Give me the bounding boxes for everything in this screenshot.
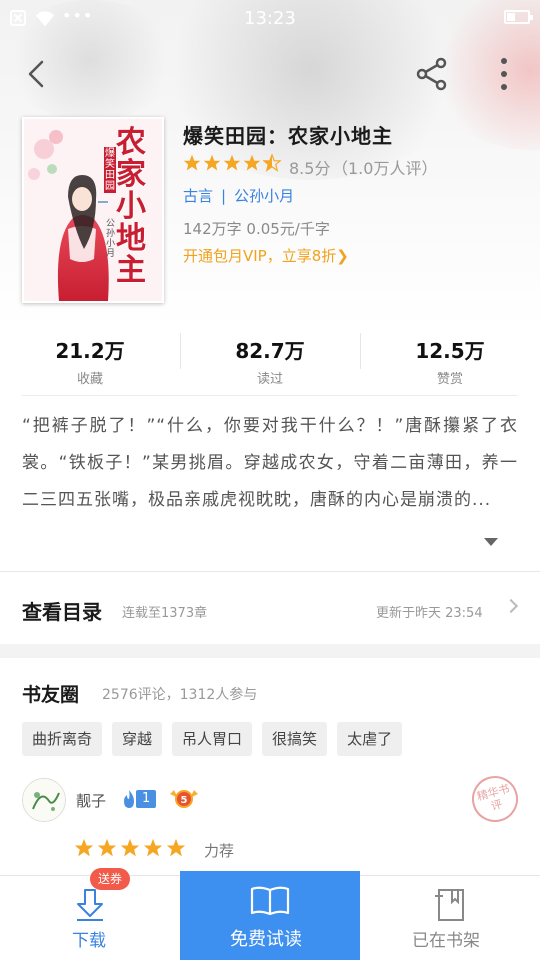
half-star-icon bbox=[263, 154, 281, 172]
vip-level-number: 5 bbox=[181, 795, 188, 806]
rating-count: （1.0万人评） bbox=[332, 159, 438, 178]
toc-title: 查看目录 bbox=[22, 600, 102, 624]
chevron-right-icon: ❯ bbox=[336, 247, 349, 265]
star-icon bbox=[74, 838, 94, 857]
comment-rating-stars bbox=[74, 838, 186, 858]
topic-tag[interactable]: 吊人胃口 bbox=[172, 722, 253, 756]
bookshelf-button[interactable]: 已在书架 bbox=[360, 876, 540, 960]
category-link[interactable]: 古言 bbox=[183, 185, 213, 206]
avatar[interactable] bbox=[22, 778, 66, 822]
cover-title-large: 农家小地主 bbox=[116, 125, 146, 288]
tag-separator: | bbox=[221, 186, 227, 205]
star-icon bbox=[183, 154, 201, 171]
rating-stars bbox=[183, 154, 281, 172]
star-icon bbox=[223, 154, 241, 171]
cover-author: 公孙小月 bbox=[106, 219, 116, 259]
book-synopsis[interactable]: “把裤子脱了！”“什么，你要对我干什么？！”唐酥攥紧了衣裳。“铁板子！”某男挑眉… bbox=[22, 408, 518, 519]
bookshelf-label: 已在书架 bbox=[412, 931, 480, 951]
topic-tag[interactable]: 穿越 bbox=[112, 722, 163, 756]
coupon-badge: 送券 bbox=[90, 868, 131, 890]
book-circle-meta: 2576评论，1312人参与 bbox=[102, 687, 258, 703]
wifi-icon bbox=[35, 11, 55, 27]
download-button[interactable]: 送券 下载 bbox=[0, 868, 180, 960]
vip-promo-text: 开通包月VIP，立享8折 bbox=[183, 247, 337, 265]
book-stats: 21.2万 收藏 82.7万 读过 12.5万 赞赏 bbox=[0, 325, 540, 387]
battery-icon bbox=[504, 10, 533, 24]
expand-down-icon[interactable] bbox=[484, 538, 498, 546]
toc-update-time: 更新于昨天 23:54 bbox=[376, 606, 483, 621]
topic-tags: 曲折离奇 穿越 吊人胃口 很搞笑 太虐了 bbox=[22, 722, 403, 756]
share-icon[interactable] bbox=[414, 56, 450, 92]
cover-title-small: 爆笑田园 bbox=[104, 147, 116, 193]
topic-tag[interactable]: 曲折离奇 bbox=[22, 722, 103, 756]
stat-label: 赞赏 bbox=[436, 372, 463, 387]
back-icon[interactable] bbox=[22, 58, 52, 90]
star-icon bbox=[97, 838, 117, 857]
star-icon bbox=[243, 154, 261, 171]
stat-favorites: 21.2万 收藏 bbox=[0, 325, 180, 387]
notification-x-icon bbox=[10, 10, 26, 26]
bottom-action-bar: 送券 下载 免费试读 已在书架 bbox=[0, 868, 540, 960]
star-icon bbox=[166, 838, 186, 857]
download-label: 下载 bbox=[72, 931, 106, 951]
stat-value: 12.5万 bbox=[415, 339, 485, 363]
stat-label: 读过 bbox=[256, 372, 283, 387]
comment-rating-label: 力荐 bbox=[204, 842, 235, 860]
divider bbox=[22, 395, 518, 396]
book-cover[interactable]: 农家小地主 爆笑田园 公孙小月 bbox=[22, 117, 164, 303]
vip-level-badge-icon: 5 bbox=[170, 790, 198, 808]
bookshelf-icon bbox=[435, 889, 464, 921]
status-more-dots: ••• bbox=[62, 6, 94, 25]
more-vertical-icon[interactable] bbox=[494, 56, 514, 92]
rating-score: 8.5分 bbox=[289, 159, 331, 178]
topic-tag[interactable]: 太虐了 bbox=[337, 722, 403, 756]
comment-username[interactable]: 靓子 bbox=[76, 790, 106, 811]
section-gap bbox=[0, 644, 540, 658]
free-read-label: 免费试读 bbox=[230, 929, 302, 950]
vip-promo-link[interactable]: 开通包月VIP，立享8折❯ bbox=[183, 245, 349, 266]
status-time: 13:23 bbox=[244, 8, 296, 29]
stat-value: 21.2万 bbox=[55, 339, 125, 363]
user-level-badge: 1 bbox=[120, 788, 157, 810]
stat-read: 82.7万 读过 bbox=[180, 325, 360, 387]
author-link[interactable]: 公孙小月 bbox=[234, 185, 294, 206]
book-circle-title[interactable]: 书友圈 bbox=[22, 680, 79, 707]
chevron-right-icon bbox=[503, 598, 519, 614]
avatar-image bbox=[23, 779, 65, 821]
stat-label: 收藏 bbox=[76, 372, 103, 387]
word-count-price: 142万字 0.05元/千字 bbox=[183, 220, 330, 238]
user-level-number: 1 bbox=[136, 790, 157, 808]
topic-tag[interactable]: 很搞笑 bbox=[262, 722, 328, 756]
star-icon bbox=[120, 838, 140, 857]
book-tags: 古言 | 公孙小月 bbox=[183, 185, 294, 206]
featured-review-stamp: 精华书评 bbox=[466, 770, 524, 828]
stat-value: 82.7万 bbox=[235, 339, 305, 363]
free-read-button[interactable]: 免费试读 bbox=[180, 871, 360, 960]
status-bar: ••• 13:23 bbox=[0, 0, 540, 36]
book-title: 爆笑田园：农家小地主 bbox=[183, 124, 393, 148]
download-icon bbox=[77, 889, 103, 921]
table-of-contents-row[interactable]: 查看目录 连载至1373章 更新于昨天 23:54 bbox=[0, 572, 540, 644]
open-book-icon bbox=[250, 886, 290, 916]
stat-tips: 12.5万 赞赏 bbox=[360, 325, 540, 387]
star-icon bbox=[203, 154, 221, 171]
toc-serial-status: 连载至1373章 bbox=[122, 606, 208, 621]
star-icon bbox=[143, 838, 163, 857]
